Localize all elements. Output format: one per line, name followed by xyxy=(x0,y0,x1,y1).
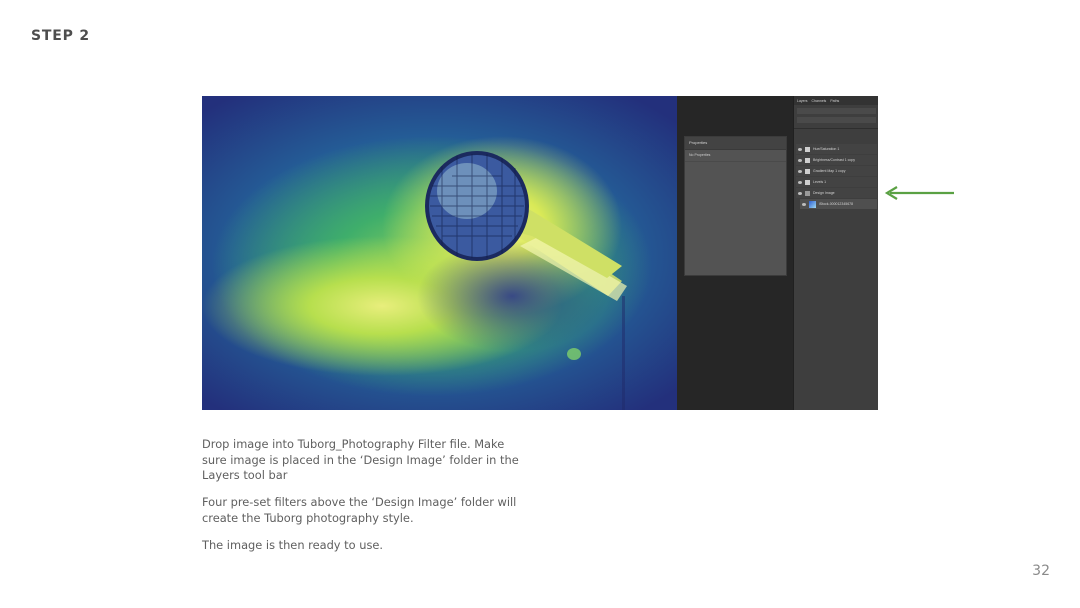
adjustment-icon xyxy=(805,168,810,174)
layers-lock-row xyxy=(794,129,878,143)
microphone-photo xyxy=(202,96,677,410)
eye-icon[interactable] xyxy=(798,191,802,195)
caption-paragraph-3: The image is then ready to use. xyxy=(202,538,384,552)
layer-name: iStock-000012345678 xyxy=(819,202,854,206)
eye-icon[interactable] xyxy=(798,169,802,173)
eye-icon[interactable] xyxy=(802,202,806,206)
layer-row[interactable]: Levels 1 xyxy=(796,177,877,187)
adjustment-icon xyxy=(805,179,810,185)
photoshop-screenshot: Properties No Properties Layers Channels… xyxy=(202,96,878,410)
adjustment-icon xyxy=(805,146,810,152)
layer-row[interactable]: Gradient Map 1 copy xyxy=(796,166,877,176)
tab-channels[interactable]: Channels xyxy=(812,99,827,103)
layer-row[interactable]: Design Image xyxy=(796,188,877,198)
layer-name: Design Image xyxy=(813,191,835,195)
layer-row[interactable]: Hue/Saturation 1 xyxy=(796,144,877,154)
tab-layers[interactable]: Layers xyxy=(797,99,808,103)
tab-paths[interactable]: Paths xyxy=(830,99,839,103)
eye-icon[interactable] xyxy=(798,180,802,184)
properties-panel: Properties No Properties xyxy=(684,136,787,276)
step-title: STEP 2 xyxy=(31,28,90,44)
layers-panel-tabs: Layers Channels Paths xyxy=(794,96,878,105)
folder-icon xyxy=(805,190,810,196)
properties-panel-title: Properties xyxy=(685,137,786,150)
properties-panel-subtitle: No Properties xyxy=(685,150,786,162)
layer-row[interactable]: Brightness/Contrast 1 copy xyxy=(796,155,877,165)
adjustment-icon xyxy=(805,157,810,163)
eye-icon[interactable] xyxy=(798,158,802,162)
layers-opacity-row[interactable] xyxy=(797,117,876,123)
layer-name: Hue/Saturation 1 xyxy=(813,147,840,151)
layers-toolbar xyxy=(794,108,878,129)
eye-icon[interactable] xyxy=(798,147,802,151)
layer-name: Gradient Map 1 copy xyxy=(813,169,846,173)
layer-name: Brightness/Contrast 1 copy xyxy=(813,158,856,162)
layers-panel: Layers Channels Paths Hue/Saturation 1 B… xyxy=(793,96,878,410)
layer-name: Levels 1 xyxy=(813,180,827,184)
image-thumbnail-icon xyxy=(809,200,816,208)
layer-row-image[interactable]: iStock-000012345678 xyxy=(800,199,877,209)
page-number: 32 xyxy=(1032,563,1050,579)
layers-filter-row[interactable] xyxy=(797,108,876,114)
caption-paragraph-1: Drop image into Tuborg_Photography Filte… xyxy=(202,437,519,482)
microphone-illustration xyxy=(425,151,627,410)
arrow-left-icon xyxy=(884,186,954,200)
caption-paragraph-2: Four pre-set filters above the ‘Design I… xyxy=(202,495,517,525)
